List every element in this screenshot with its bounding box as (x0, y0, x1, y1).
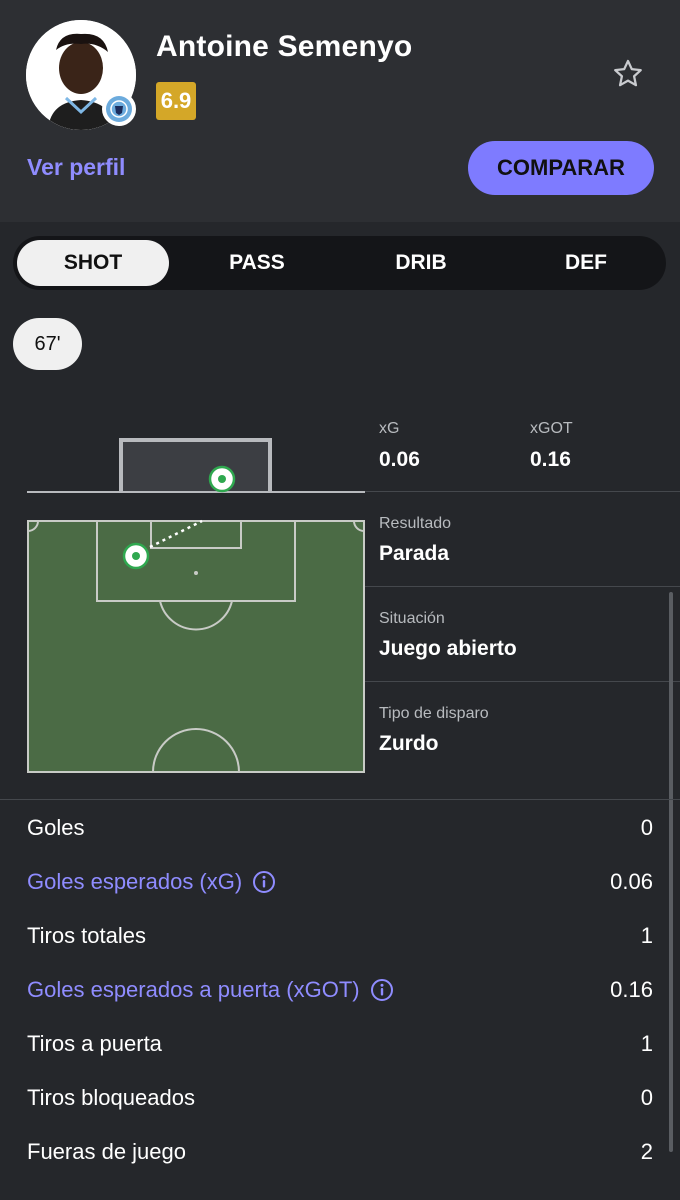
stat-label: Fueras de juego (27, 1139, 186, 1164)
shot-type-label: Tipo de disparo (379, 705, 489, 722)
scrollbar[interactable] (669, 592, 673, 1152)
situation-label: Situación (379, 610, 445, 627)
stat-label: Goles (27, 815, 85, 840)
info-divider (365, 681, 680, 682)
shot-minute-chip[interactable]: 67' (13, 318, 82, 370)
player-name: Antoine Semenyo (156, 30, 413, 63)
stat-value: 0.16 (610, 977, 653, 1002)
shot-map (27, 438, 365, 773)
tab-shot[interactable]: SHOT (17, 240, 169, 286)
tab-pass[interactable]: PASS (181, 240, 333, 286)
info-divider (365, 491, 680, 492)
info-icon[interactable] (252, 870, 276, 894)
stat-label-xgot[interactable]: Goles esperados a puerta (xGOT) (27, 977, 394, 1003)
xgot-label: xGOT (530, 420, 573, 437)
star-icon[interactable] (611, 57, 645, 91)
section-divider (0, 799, 680, 800)
tab-def[interactable]: DEF (510, 240, 662, 286)
pitch (27, 520, 365, 773)
stat-row-offsides: Fueras de juego 2 (27, 1132, 653, 1172)
stat-value: 0 (640, 815, 653, 840)
info-divider (365, 586, 680, 587)
club-badge (102, 92, 136, 126)
stat-tabs: SHOT PASS DRIB DEF (13, 236, 666, 290)
stat-value: 1 (640, 1031, 653, 1056)
stat-label: Tiros totales (27, 923, 147, 948)
rating-badge: 6.9 (156, 82, 196, 120)
info-icon[interactable] (370, 978, 394, 1002)
xgot-value: 0.16 (530, 448, 571, 471)
stat-label-text[interactable]: Goles esperados a puerta (xGOT) (27, 977, 360, 1003)
situation-value: Juego abierto (379, 637, 517, 660)
stat-value: 2 (640, 1139, 653, 1164)
stat-value: 0 (640, 1085, 653, 1110)
xg-label: xG (379, 420, 400, 437)
compare-button[interactable]: COMPARAR (468, 141, 654, 195)
stat-value: 1 (640, 923, 653, 948)
stat-row-xg[interactable]: Goles esperados (xG) 0.06 (27, 862, 653, 902)
shot-on-goal-marker[interactable] (208, 465, 236, 493)
stat-row-shots-on-target: Tiros a puerta 1 (27, 1024, 653, 1064)
manchester-city-badge-icon (106, 96, 132, 122)
view-profile-link[interactable]: Ver perfil (27, 154, 125, 181)
stat-label-text[interactable]: Goles esperados (xG) (27, 869, 242, 895)
stat-label: Tiros a puerta (27, 1031, 162, 1056)
stat-row-blocked-shots: Tiros bloqueados 0 (27, 1078, 653, 1118)
stat-row-goals: Goles 0 (27, 808, 653, 848)
shot-type-value: Zurdo (379, 732, 439, 755)
stat-row-total-shots: Tiros totales 1 (27, 916, 653, 956)
tab-drib[interactable]: DRIB (345, 240, 497, 286)
stat-value: 0.06 (610, 869, 653, 894)
result-label: Resultado (379, 515, 452, 532)
goal-frame (27, 438, 365, 493)
player-header: Antoine Semenyo 6.9 Ver perfil COMPARAR (0, 0, 680, 222)
stat-label-xg[interactable]: Goles esperados (xG) (27, 869, 276, 895)
stat-label: Tiros bloqueados (27, 1085, 195, 1110)
result-value: Parada (379, 542, 450, 565)
xg-value: 0.06 (379, 448, 420, 471)
shot-location-marker[interactable] (122, 542, 150, 570)
stat-row-xgot[interactable]: Goles esperados a puerta (xGOT) 0.16 (27, 970, 653, 1010)
favorite-button[interactable] (608, 54, 648, 94)
